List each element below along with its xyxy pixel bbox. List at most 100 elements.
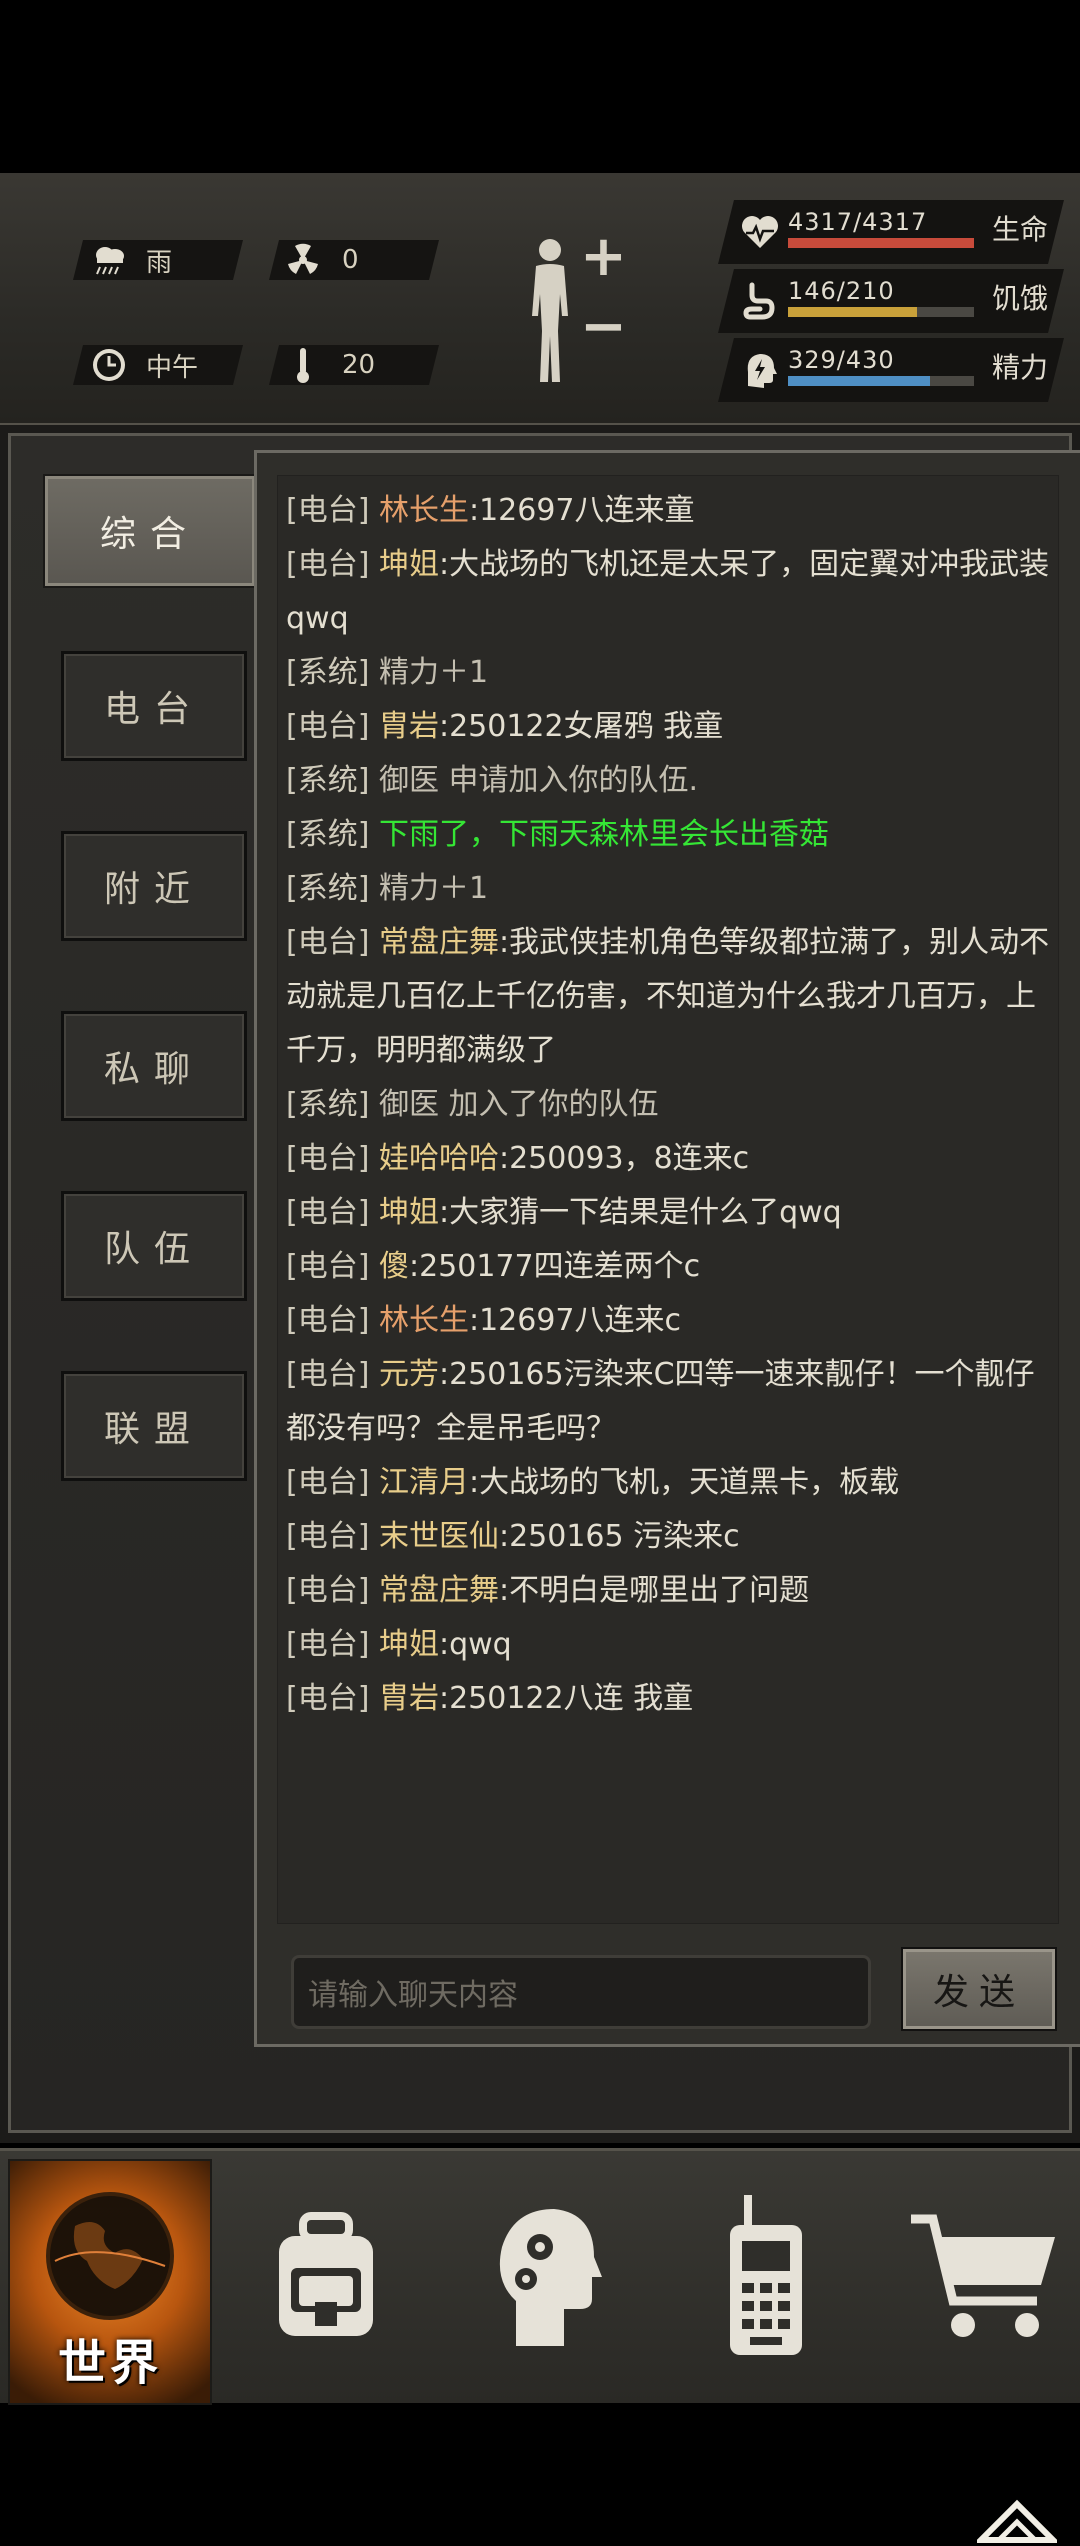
- chat-message: [系统] 御医 申请加入你的队伍.: [278, 754, 1058, 808]
- message-channel: [系统]: [286, 655, 370, 690]
- message-text: :qwq: [438, 1627, 512, 1662]
- health-bar: [788, 238, 974, 248]
- message-text: :250093，8连来c: [498, 1141, 750, 1176]
- message-sender[interactable]: 坤姐: [379, 1627, 439, 1662]
- globe-icon: [46, 2192, 174, 2320]
- message-text: :12697八连来c: [468, 1303, 682, 1338]
- nav-world[interactable]: 世界: [8, 2159, 212, 2405]
- stat-health: 4317/4317 生命: [718, 200, 1064, 264]
- message-text: :250122八连 我童: [438, 1681, 694, 1716]
- message-channel: [电台]: [286, 1357, 370, 1392]
- message-text: :250122女屠鸦 我童: [438, 709, 724, 744]
- message-text: 精力＋1: [378, 871, 489, 906]
- message-sender[interactable]: 傻: [379, 1249, 409, 1284]
- tab-alliance[interactable]: 联盟: [61, 1371, 247, 1481]
- stomach-icon: [743, 282, 775, 320]
- message-text: :大战场的飞机，天道黑卡，板载: [468, 1465, 900, 1500]
- message-sender[interactable]: 林长生: [379, 1303, 469, 1338]
- tab-radio[interactable]: 电台: [61, 651, 247, 761]
- nav-shop[interactable]: [900, 2171, 1070, 2381]
- message-sender[interactable]: 常盘庄舞: [379, 1573, 499, 1608]
- message-text: :大家猜一下结果是什么了qwq: [438, 1195, 842, 1230]
- chat-box: [电台] 林长生:12697八连来童 [电台] 坤姐:大战场的飞机还是太呆了，固定…: [254, 450, 1080, 2047]
- chat-message: [电台] 常盘庄舞:我武侠挂机角色等级都拉满了，别人动不动就是几百亿上千亿伤害，…: [278, 916, 1058, 1078]
- heart-pulse-icon: [742, 216, 778, 248]
- message-sender[interactable]: 坤姐: [379, 1195, 439, 1230]
- message-sender[interactable]: 胄岩: [379, 1681, 439, 1716]
- backpack-icon: [279, 2212, 373, 2336]
- body-minus[interactable]: −: [580, 294, 627, 359]
- message-sender[interactable]: 元芳: [379, 1357, 439, 1392]
- message-text: :250165 污染来c: [498, 1519, 740, 1554]
- send-button[interactable]: 发送: [903, 1949, 1055, 2029]
- message-text: :12697八连来童: [468, 493, 695, 528]
- message-text: 御医 申请加入你的队伍.: [378, 763, 699, 798]
- message-sender[interactable]: 末世医仙: [379, 1519, 499, 1554]
- head-gears-icon: [499, 2209, 602, 2346]
- time-label: 中午: [146, 352, 199, 383]
- message-channel: [电台]: [286, 1141, 370, 1176]
- tab-private[interactable]: 私聊: [61, 1011, 247, 1121]
- chat-message: [电台] 娃哈哈哈:250093，8连来c: [278, 1132, 1058, 1186]
- chat-message: [电台] 胄岩:250122女屠鸦 我童: [278, 700, 1058, 754]
- body-status-button[interactable]: + −: [520, 224, 630, 388]
- chat-message: [系统] 精力＋1: [278, 862, 1058, 916]
- hunger-label: 饥饿: [991, 282, 1048, 315]
- chat-message: [系统] 下雨了，下雨天森林里会长出香菇: [278, 808, 1058, 862]
- message-channel: [电台]: [286, 925, 370, 960]
- main-frame: 综合 电台 附近 私聊 队伍 联盟 [电台] 林长生:12697八连来童 [电台]…: [8, 433, 1080, 2543]
- message-channel: [电台]: [286, 1249, 370, 1284]
- message-sender[interactable]: 江清月: [379, 1465, 469, 1500]
- message-channel: [系统]: [286, 817, 370, 852]
- chat-message: [电台] 元芳:250165污染来C四等一速来靓仔！一个靓仔都没有吗？全是吊毛吗…: [278, 1348, 1058, 1456]
- message-text: :250177四连差两个c: [408, 1249, 701, 1284]
- walkie-talkie-icon: [730, 2195, 802, 2355]
- stat-energy: 329/430 精力: [718, 338, 1064, 402]
- message-channel: [电台]: [286, 1303, 370, 1338]
- chat-message: [电台] 坤姐:大战场的飞机还是太呆了，固定翼对冲我武装qwq: [278, 538, 1058, 646]
- message-text: 下雨了，下雨天森林里会长出香菇: [378, 817, 829, 852]
- nav-skills[interactable]: [466, 2171, 626, 2381]
- message-channel: [电台]: [286, 1465, 370, 1500]
- body-plus[interactable]: +: [580, 224, 627, 289]
- main-panel: 综合 电台 附近 私聊 队伍 联盟 [电台] 林长生:12697八连来童 [电台]…: [0, 425, 1080, 2543]
- collapse-up-icon[interactable]: [977, 2496, 1057, 2546]
- message-channel: [电台]: [286, 1627, 370, 1662]
- message-sender[interactable]: 常盘庄舞: [379, 925, 499, 960]
- health-label: 生命: [991, 213, 1048, 246]
- chat-message: [电台] 胄岩:250122八连 我童: [278, 1672, 1058, 1726]
- chat-message: [电台] 坤姐:大家猜一下结果是什么了qwq: [278, 1186, 1058, 1240]
- rain-cloud-icon: [90, 241, 128, 279]
- tab-team[interactable]: 队伍: [61, 1191, 247, 1301]
- message-sender[interactable]: 胄岩: [379, 709, 439, 744]
- message-channel: [系统]: [286, 1087, 370, 1122]
- message-channel: [系统]: [286, 871, 370, 906]
- radiation-value: 0: [342, 245, 359, 275]
- chat-message-list[interactable]: [电台] 林长生:12697八连来童 [电台] 坤姐:大战场的飞机还是太呆了，固定…: [277, 475, 1059, 1924]
- message-channel: [电台]: [286, 1195, 370, 1230]
- tab-nearby[interactable]: 附近: [61, 831, 247, 941]
- chat-message: [电台] 坤姐:qwq: [278, 1618, 1058, 1672]
- nav-backpack[interactable]: [246, 2171, 406, 2381]
- chat-message: [电台] 林长生:12697八连来童: [278, 484, 1058, 538]
- tab-general[interactable]: 综合: [45, 476, 255, 586]
- chat-input-placeholder: 请输入聊天内容: [308, 1978, 518, 2013]
- chat-message: [系统] 精力＋1: [278, 646, 1058, 700]
- message-channel: [电台]: [286, 493, 370, 528]
- health-value: 4317/4317: [788, 208, 928, 236]
- hunger-value: 146/210: [788, 277, 895, 305]
- message-channel: [电台]: [286, 1681, 370, 1716]
- bottom-nav: 世界: [0, 2148, 1080, 2405]
- message-sender[interactable]: 林长生: [379, 493, 469, 528]
- energy-label: 精力: [991, 351, 1048, 384]
- chat-message: [电台] 末世医仙:250165 污染来c: [278, 1510, 1058, 1564]
- nav-radio[interactable]: [686, 2171, 846, 2381]
- chat-input[interactable]: 请输入聊天内容: [291, 1955, 871, 2029]
- message-sender[interactable]: 坤姐: [379, 547, 439, 582]
- stat-hunger: 146/210 饥饿: [718, 269, 1064, 333]
- status-header: 雨 0 中午 20 + − 4317/4317 生命 146/210 饥饿 32…: [0, 173, 1080, 426]
- message-sender[interactable]: 娃哈哈哈: [379, 1141, 499, 1176]
- message-text: 精力＋1: [378, 655, 489, 690]
- head-bolt-icon: [747, 354, 777, 388]
- message-text: 御医 加入了你的队伍: [378, 1087, 659, 1122]
